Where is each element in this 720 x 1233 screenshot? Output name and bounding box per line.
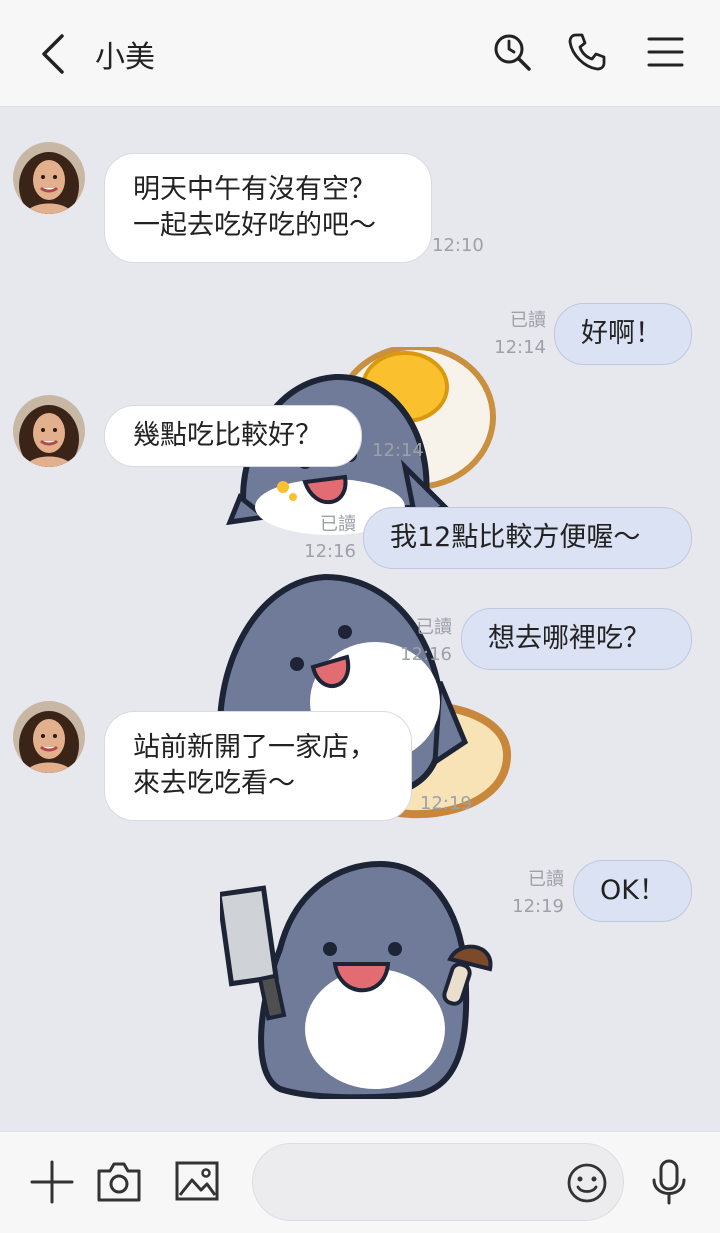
message-time: 12:14: [494, 337, 546, 358]
message-time: 12:16: [304, 541, 356, 562]
avatar[interactable]: [13, 142, 85, 214]
chat-header: 小美: [0, 0, 720, 107]
message-bubble-outgoing[interactable]: OK！: [573, 860, 692, 922]
message-bubble-outgoing[interactable]: 我12點比較方便喔～: [363, 507, 692, 569]
menu-icon[interactable]: [646, 32, 686, 72]
read-receipt: 已讀: [528, 869, 564, 890]
message-bubble-outgoing[interactable]: 好啊！: [554, 303, 692, 365]
message-time: 12:14: [372, 440, 424, 461]
microphone-icon[interactable]: [650, 1158, 688, 1210]
message-bubble-incoming[interactable]: 幾點吃比較好？: [104, 405, 362, 467]
message-input[interactable]: [252, 1143, 624, 1221]
message-time: 12:19: [420, 793, 472, 814]
back-arrow-icon[interactable]: [34, 30, 74, 78]
read-receipt: 已讀: [320, 514, 356, 535]
emoji-icon[interactable]: [566, 1162, 608, 1208]
chat-title: 小美: [95, 40, 155, 75]
camera-icon[interactable]: [96, 1159, 142, 1207]
message-time: 12:19: [512, 896, 564, 917]
image-icon[interactable]: [174, 1160, 220, 1206]
search-clock-icon[interactable]: [492, 32, 532, 72]
read-receipt: 已讀: [416, 617, 452, 638]
avatar[interactable]: [13, 395, 85, 467]
chat-area[interactable]: 明天中午有沒有空？ 一起去吃好吃的吧～ 12:10 已讀 12:14 好啊！ 幾…: [0, 107, 720, 1131]
message-bubble-incoming[interactable]: 站前新開了一家店， 來去吃吃看～: [104, 711, 412, 821]
message-time: 12:10: [432, 235, 484, 256]
plus-icon[interactable]: [30, 1160, 74, 1208]
message-bubble-outgoing[interactable]: 想去哪裡吃？: [461, 608, 692, 670]
phone-icon[interactable]: [567, 32, 607, 72]
message-bubble-incoming[interactable]: 明天中午有沒有空？ 一起去吃好吃的吧～: [104, 153, 432, 263]
composer-bar: [0, 1131, 720, 1233]
message-time: 12:16: [400, 644, 452, 665]
avatar[interactable]: [13, 701, 85, 773]
read-receipt: 已讀: [510, 310, 546, 331]
penguin-cleaver-sticker: [216, 859, 495, 1103]
